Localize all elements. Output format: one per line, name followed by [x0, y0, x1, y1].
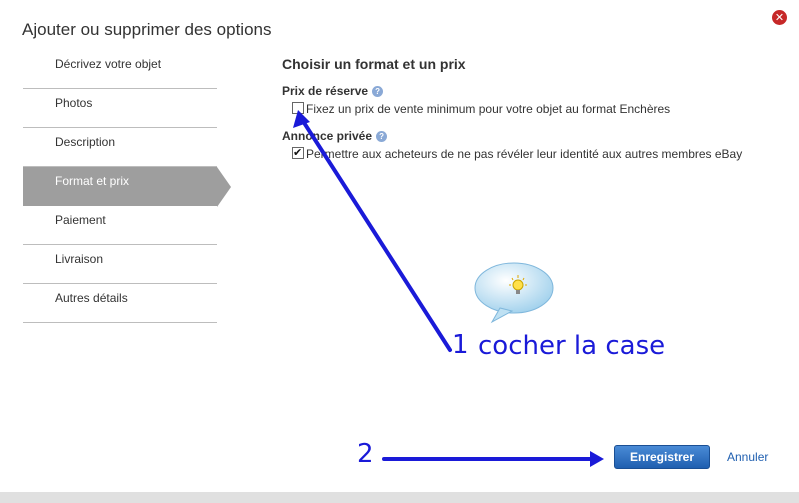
bottom-bar [0, 492, 799, 503]
cancel-link[interactable]: Annuler [727, 450, 768, 464]
lightbulb-icon [474, 262, 554, 324]
annotation-step-1-text: cocher la case [478, 331, 666, 361]
annotation-overlay [293, 110, 604, 467]
arrow-1 [293, 110, 452, 352]
arrow-2 [382, 451, 604, 467]
annotation-step-1-number: 1 [452, 330, 469, 360]
annotation-step-2-number: 2 [357, 439, 374, 469]
save-button[interactable]: Enregistrer [614, 445, 710, 469]
